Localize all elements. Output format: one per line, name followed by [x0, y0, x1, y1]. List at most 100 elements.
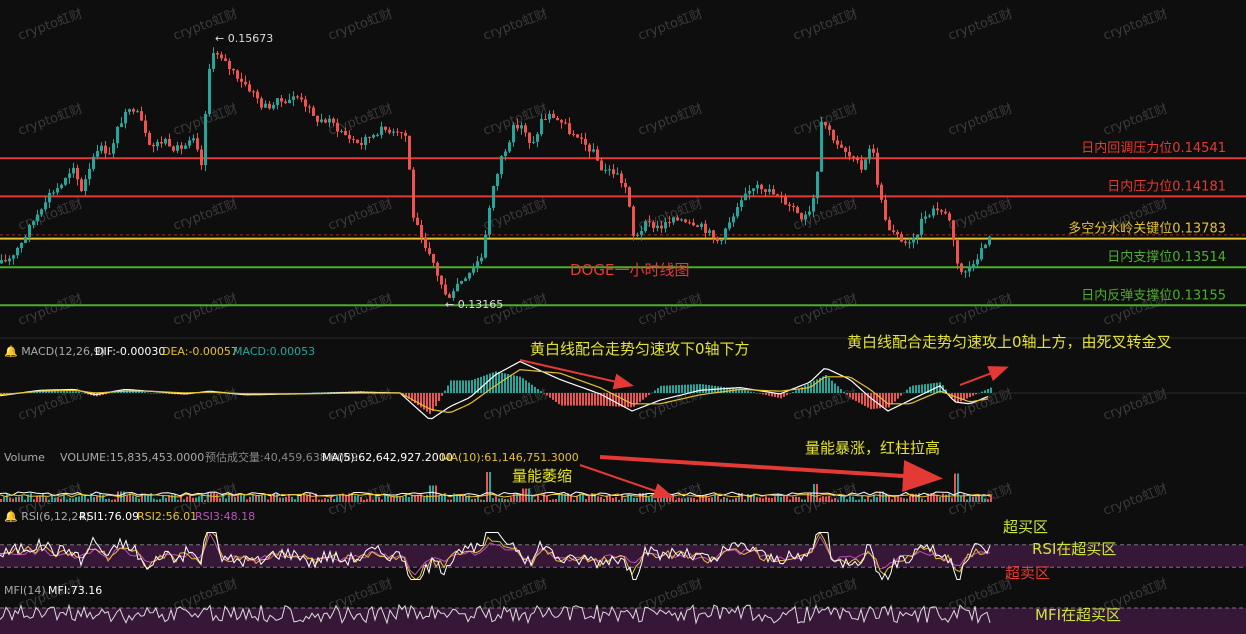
volume-bar: [852, 496, 854, 502]
annotation: 量能暴涨，红柱拉高: [805, 439, 940, 457]
volume-ma10: MA(10):61,146,751.3000: [441, 451, 579, 464]
volume-bar: [6, 493, 8, 502]
macd-bar: [657, 388, 659, 393]
level-label: 日内回调压力位0.14541: [1081, 140, 1226, 156]
watermark: crypto虹财: [946, 197, 1015, 234]
candle-body: [768, 189, 771, 192]
volume-bar: [255, 495, 257, 502]
macd-bar: [501, 372, 503, 393]
macd-bar: [846, 393, 848, 395]
candle-body: [564, 122, 567, 124]
watermark: crypto虹财: [946, 482, 1015, 519]
candle-body: [460, 280, 463, 284]
macd-bar: [972, 393, 974, 396]
volume-bar: [690, 497, 692, 502]
volume-bar: [207, 493, 209, 502]
candle-body: [964, 271, 967, 273]
candle-body: [600, 160, 603, 171]
macd-bar: [990, 387, 992, 393]
volume-bar: [45, 497, 47, 502]
volume-bar: [768, 497, 770, 502]
macd-bar: [111, 392, 113, 394]
candle-body: [740, 200, 743, 208]
volume-bar: [531, 496, 533, 502]
candle-body: [984, 244, 987, 249]
macd-bar: [438, 393, 440, 401]
candle-body: [960, 263, 963, 272]
candle-body: [948, 213, 951, 221]
volume-bar: [465, 496, 467, 502]
watermark: crypto虹财: [791, 7, 860, 44]
candle-body: [304, 99, 307, 107]
candle-body: [536, 134, 539, 142]
candle-body: [384, 126, 387, 130]
volume-bar: [687, 497, 689, 502]
candle-body: [552, 113, 555, 119]
watermark: crypto虹财: [171, 292, 240, 329]
macd-bar: [909, 386, 911, 393]
candle-body: [524, 125, 527, 133]
volume-bar: [891, 499, 893, 502]
candle-body: [56, 188, 59, 193]
macd-bar: [162, 393, 164, 394]
candle-body: [380, 126, 383, 135]
volume-bar: [174, 493, 176, 502]
candle-body: [484, 234, 487, 258]
macd-bar: [753, 392, 755, 393]
level-label: 日内支撑位0.13514: [1107, 249, 1226, 265]
candle-body: [480, 257, 483, 262]
candle-body: [4, 260, 7, 262]
volume-bar: [636, 497, 638, 502]
volume-bar: [483, 499, 485, 502]
macd-bar: [813, 380, 815, 393]
macd-bar: [450, 380, 452, 393]
candle-body: [204, 114, 207, 166]
macd-bar: [423, 393, 425, 410]
candle-body: [432, 253, 435, 263]
macd-bar: [858, 393, 860, 403]
candle-body: [908, 242, 911, 244]
candle-body: [104, 145, 107, 154]
volume-bar: [549, 499, 551, 502]
watermark: crypto虹财: [636, 292, 705, 329]
candle-body: [836, 140, 839, 145]
candle-body: [332, 118, 335, 123]
volume-bar: [426, 494, 428, 502]
candle-body: [724, 228, 727, 240]
candle-body: [464, 278, 467, 281]
candle-body: [780, 195, 783, 198]
volume-bar: [357, 495, 359, 502]
volume-bar: [603, 499, 605, 502]
candle-body: [628, 187, 631, 207]
candle-body: [116, 126, 119, 144]
candle-body: [972, 264, 975, 268]
macd-bar: [441, 393, 443, 396]
volume-bar: [24, 499, 26, 502]
macd-bar: [480, 376, 482, 393]
volume-bar: [333, 498, 335, 502]
candle-body: [540, 118, 543, 135]
candle-body: [80, 179, 83, 192]
annotation: 超卖区: [1005, 564, 1050, 582]
macd-bar: [153, 393, 155, 394]
macd-bar: [582, 393, 584, 406]
candle-body: [24, 236, 27, 243]
volume-bar: [210, 493, 212, 502]
candle-body: [988, 236, 991, 245]
macd-bar: [585, 393, 587, 406]
volume-bar: [9, 497, 11, 502]
volume-bar: [513, 493, 515, 502]
volume-bar: [876, 496, 878, 502]
macd-bar: [759, 393, 761, 394]
candle-body: [188, 140, 191, 146]
macd-bar: [975, 393, 977, 395]
macd-bar: [660, 385, 662, 393]
macd-label: 🔔 MACD(12,26,9): [4, 345, 105, 358]
macd-bar: [456, 380, 458, 393]
candle-body: [744, 193, 747, 201]
annotation: RSI在超买区: [1032, 540, 1116, 558]
volume-bar: [126, 495, 128, 502]
macd-bar: [150, 393, 152, 394]
volume-bar: [15, 497, 17, 502]
volume-bar: [975, 496, 977, 502]
